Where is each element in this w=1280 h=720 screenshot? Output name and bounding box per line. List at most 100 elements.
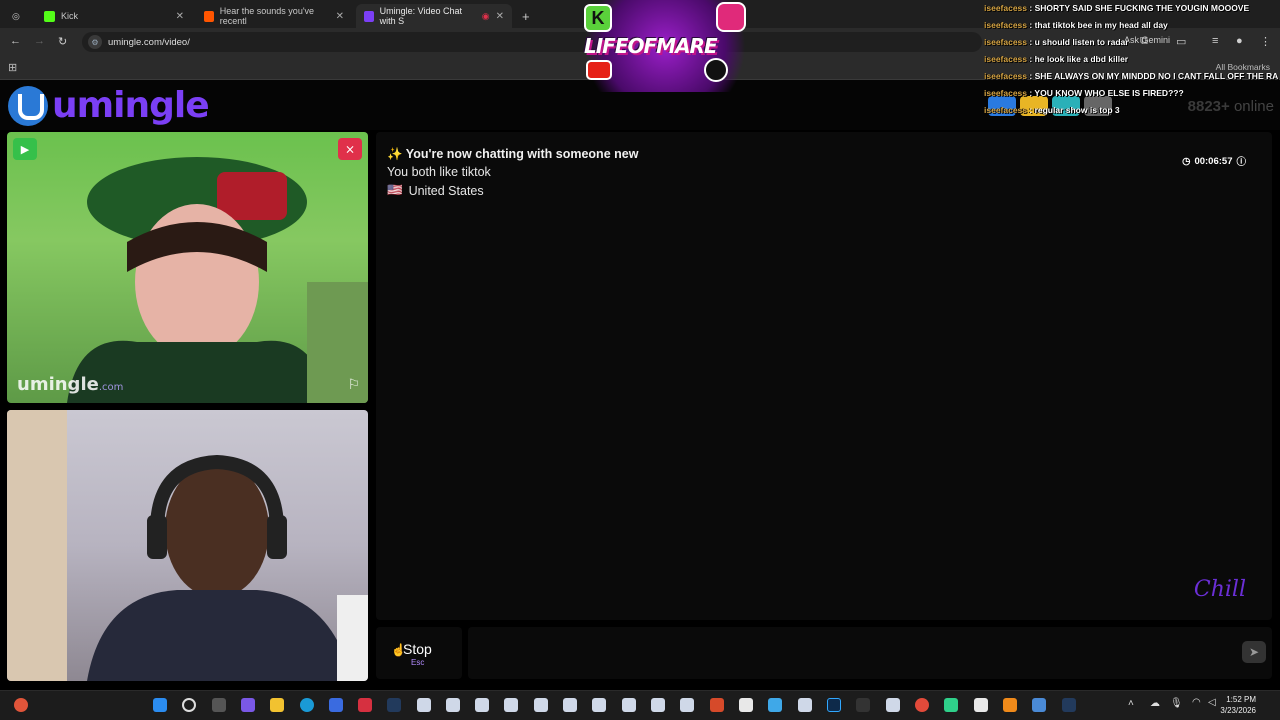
close-icon[interactable]: ✕ [176,11,184,22]
copilot-icon[interactable] [241,698,255,712]
url-field[interactable]: ⚙ umingle.com/video/ [82,32,982,52]
app-window-icon[interactable] [475,698,489,712]
tray-chevron-icon[interactable]: ˄ [1128,698,1134,709]
tab-label: Umingle: Video Chat with S [379,6,463,26]
app-window-icon[interactable] [798,698,812,712]
steam-icon[interactable] [387,698,401,712]
chat-line: iseefacess : SHORTY SAID SHE FUCKING THE… [984,3,1250,13]
umingle-logo[interactable]: umingle [8,85,210,126]
store-icon[interactable] [329,698,343,712]
app-window-icon[interactable] [592,698,606,712]
country-flag-icon: 🇺🇸 [387,183,403,197]
soundcloud-icon [204,10,214,22]
umingle-logo-icon [8,85,48,126]
tab-umingle[interactable]: Umingle: Video Chat with S ◉ ✕ [356,4,512,28]
vlc-icon[interactable] [1003,698,1017,712]
reload-icon[interactable]: ↻ [58,35,67,48]
chat-timer: ◷ 00:06:57 ⓘ [1182,154,1246,169]
capcut-icon[interactable] [974,698,988,712]
chrome-icon[interactable] [915,698,929,712]
steam-icon[interactable] [1062,698,1076,712]
stream-chat-overlay: iseefacess : SHORTY SAID SHE FUCKING THE… [984,0,1280,116]
message-input[interactable] [478,641,1218,663]
info-icon[interactable]: ⓘ [1236,154,1246,168]
country-name: United States [408,183,484,198]
clock-time: 1:52 PM [1226,695,1256,704]
chat-line: iseefacess : SHE ALWAYS ON MY MINDDD NO … [984,71,1279,81]
stream-logo-overlay: K LIFEOFMARE [576,0,754,92]
app-window-icon[interactable] [563,698,577,712]
app-window-icon[interactable] [534,698,548,712]
tab-kick[interactable]: Kick ✕ [36,4,192,28]
send-icon[interactable]: ➤ [1242,641,1266,663]
chat-line: iseefacess : regular show is top 3 [984,105,1120,115]
app-window-icon[interactable] [680,698,694,712]
play-icon[interactable]: ▶ [13,138,37,160]
tray-app-icon[interactable]: ☁ [1150,698,1160,709]
tiktok-icon [704,58,728,82]
app-window-icon[interactable] [651,698,665,712]
stop-button[interactable]: ☝ Stop Esc [376,627,462,679]
app-icon[interactable] [944,698,958,712]
app-window-icon[interactable] [417,698,431,712]
report-flag-icon[interactable]: ⚐ [347,376,360,393]
app-shield-icon[interactable] [358,698,372,712]
forward-icon[interactable]: → [34,35,45,47]
start-icon[interactable] [153,698,167,712]
chat-common-interests: You both like tiktok [387,165,491,179]
app-window-icon[interactable] [504,698,518,712]
self-figure [7,410,368,681]
instagram-icon [716,2,746,32]
new-tab-button[interactable]: + [514,4,534,28]
wifi-icon[interactable]: ◠ [1192,697,1201,708]
capcut-icon[interactable] [739,698,753,712]
kick-icon [44,10,55,22]
url-text: umingle.com/video/ [108,36,190,48]
weather-icon[interactable] [14,698,28,712]
camera-off-icon[interactable]: ⨯ [338,138,362,160]
site-info-icon[interactable]: ⚙ [88,35,102,49]
app-icon[interactable] [768,698,782,712]
volume-icon[interactable]: ◁ [1208,697,1216,708]
streamer-name: LIFEOFMARE [584,34,718,58]
logo-text: umingle [52,85,210,126]
chat-line: iseefacess : that tiktok bee in my head … [984,20,1168,30]
system-clock[interactable]: 1:52 PM 3/23/2026 [1220,694,1256,716]
chat-panel: ✨ You're now chatting with someone new Y… [376,132,1272,620]
self-video [7,410,368,681]
task-view-icon[interactable] [212,698,226,712]
chat-line: iseefacess : YOU KNOW WHO ELSE IS FIRED?… [984,88,1184,98]
microphone-icon[interactable]: 🎙 [1170,698,1183,709]
app-window-icon[interactable] [622,698,636,712]
app-icon[interactable] [1032,698,1046,712]
chat-line: iseefacess : he look like a dbd killer [984,54,1129,64]
chat-country: 🇺🇸 United States [387,183,484,198]
clock-icon: ◷ [1182,155,1191,167]
youtube-icon [586,60,612,80]
photoshop-icon[interactable] [827,698,841,712]
close-icon[interactable]: ✕ [496,11,504,22]
stop-label: Stop [403,641,432,657]
stop-shortcut: Esc [411,658,425,667]
close-icon[interactable]: ✕ [336,11,344,22]
tf-app-icon[interactable] [710,698,724,712]
umingle-icon [364,10,374,22]
search-icon[interactable] [182,698,196,712]
app-window-icon[interactable] [446,698,460,712]
tab-label: Kick [61,11,79,21]
umingle-watermark: umingle.com [17,374,124,395]
apps-grid-icon[interactable]: ⊞ [8,61,17,74]
signature-watermark: Chill [1193,577,1246,602]
clock-date: 3/23/2026 [1220,706,1256,715]
app-window-icon[interactable] [886,698,900,712]
taskbar: ˄ ☁ 🎙 ◠ ◁ 1:52 PM 3/23/2026 [0,690,1280,720]
app-icon[interactable] [856,698,870,712]
tab-soundcloud[interactable]: Hear the sounds you've recentl ✕ [196,4,352,28]
back-icon[interactable]: ← [10,35,21,47]
edge-icon[interactable] [300,698,314,712]
stranger-figure [67,157,368,403]
file-explorer-icon[interactable] [270,698,284,712]
chrome-menu-icon[interactable]: ◎ [4,4,30,28]
stranger-video: ▶ ⨯ umingle.com ⚐ [7,132,368,403]
recording-icon: ◉ [481,10,490,21]
